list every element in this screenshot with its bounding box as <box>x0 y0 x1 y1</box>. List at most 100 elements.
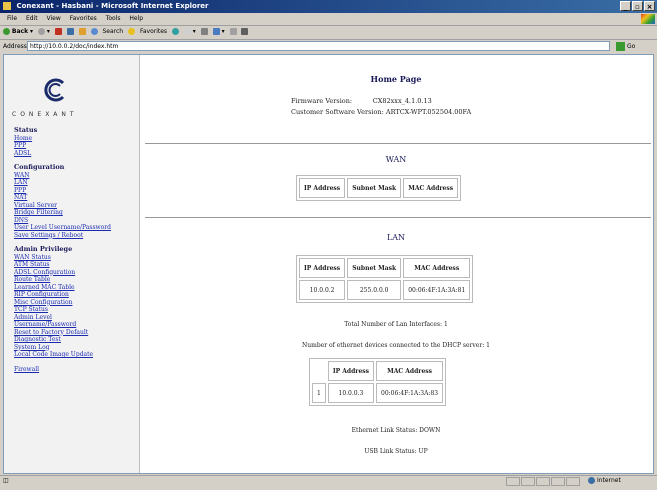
window-title: Conexant - Hasbani - Microsoft Internet … <box>16 2 209 10</box>
refresh-button[interactable] <box>66 28 74 35</box>
minimize-button[interactable]: _ <box>620 1 631 11</box>
media-button[interactable] <box>171 28 179 35</box>
dhcp-col-mac: MAC Address <box>376 361 444 381</box>
lan-title: LAN <box>386 233 406 242</box>
messenger-icon <box>241 28 249 35</box>
edit-button[interactable]: ▾ <box>212 28 225 35</box>
search-label: Search <box>102 28 124 35</box>
nav-dns[interactable]: DNS <box>14 217 139 225</box>
nav-wan[interactable]: WAN <box>14 172 139 180</box>
dhcp-index-cell: 1 <box>312 383 326 403</box>
discuss-icon <box>229 28 237 35</box>
status-bar: ◫ Internet <box>0 475 657 486</box>
nav-firewall[interactable]: Firewall <box>14 366 139 374</box>
nav-system-log[interactable]: System Log <box>14 344 139 352</box>
page-title: Home Page <box>370 74 422 84</box>
wan-table: IP Address Subnet Mask MAC Address <box>296 175 462 201</box>
nav-rip-config[interactable]: RIP Configuration <box>14 291 139 299</box>
nav-user-level-password[interactable]: User Level Username/Password <box>14 224 139 232</box>
nav-code-update[interactable]: Local Code Image Update <box>14 351 139 359</box>
maximize-button[interactable]: ▫ <box>632 1 643 11</box>
mail-button[interactable]: ▾ <box>183 28 196 35</box>
customer-sw-label: Customer Software Version: <box>291 108 384 116</box>
zone-label: Internet <box>597 477 621 484</box>
nav-virtual-server[interactable]: Virtual Server <box>14 202 139 210</box>
nav-header-status: Status <box>14 126 38 134</box>
search-icon <box>90 28 98 35</box>
firmware-value: CX82xxx_4.1.0.13 <box>372 97 432 105</box>
logo-text: CONEXANT <box>12 111 78 118</box>
stop-button[interactable] <box>54 28 62 35</box>
messenger-button[interactable] <box>241 28 249 35</box>
nav-ppp-config[interactable]: PPP <box>14 187 139 195</box>
home-icon <box>78 28 86 35</box>
search-button[interactable]: Search <box>90 28 124 35</box>
lan-col-mac: MAC Address <box>403 258 471 278</box>
forward-button[interactable]: ▾ <box>37 28 50 35</box>
back-arrow-icon <box>3 28 10 35</box>
nav-adsl-config[interactable]: ADSL Configuration <box>14 269 139 277</box>
menu-favorites[interactable]: Favorites <box>70 15 97 22</box>
print-button[interactable] <box>200 28 208 35</box>
menu-view[interactable]: View <box>47 15 61 22</box>
menu-tools[interactable]: Tools <box>106 15 121 22</box>
back-button[interactable]: Back ▾ <box>3 28 33 35</box>
nav-atm-status[interactable]: ATM Status <box>14 261 139 269</box>
menu-edit[interactable]: Edit <box>26 15 38 22</box>
go-arrow-icon <box>616 42 625 51</box>
nav-admin-level[interactable]: Admin Level <box>14 314 139 322</box>
firmware-label: Firmware Version: <box>291 97 353 105</box>
address-label: Address <box>3 43 27 50</box>
print-icon <box>200 28 208 35</box>
divider <box>145 217 651 218</box>
mail-icon <box>183 28 191 35</box>
dhcp-device-count: Number of ethernet devices connected to … <box>302 342 490 349</box>
stop-icon <box>54 28 62 35</box>
status-cells <box>506 477 581 490</box>
lan-interface-count: Total Number of Lan Interfaces: 1 <box>344 321 448 328</box>
home-button[interactable] <box>78 28 86 35</box>
go-label: Go <box>627 43 636 50</box>
lan-ip-cell: 10.0.0.2 <box>299 280 346 300</box>
window-titlebar: Conexant - Hasbani - Microsoft Internet … <box>0 0 657 13</box>
nav-lan[interactable]: LAN <box>14 179 139 187</box>
address-input[interactable]: http://10.0.0.2/doc/index.htm <box>27 41 610 51</box>
sidebar-nav: Status Home PPP ADSL Configuration WAN L… <box>14 126 139 374</box>
nav-wan-status[interactable]: WAN Status <box>14 254 139 262</box>
dhcp-col-index <box>312 361 326 381</box>
lan-table: IP Address Subnet Mask MAC Address 10.0.… <box>296 255 474 303</box>
nav-ppp-status[interactable]: PPP <box>14 142 139 150</box>
menu-file[interactable]: File <box>7 15 17 22</box>
lan-mac-cell: 00:06:4F:1A:3A:81 <box>403 280 471 300</box>
wan-col-mac: MAC Address <box>403 178 459 198</box>
close-button[interactable]: × <box>644 1 655 11</box>
windows-logo-icon <box>641 14 655 24</box>
wan-title: WAN <box>385 155 407 164</box>
nav-home[interactable]: Home <box>14 135 139 143</box>
nav-learned-mac[interactable]: Learned MAC Table <box>14 284 139 292</box>
nav-misc-config[interactable]: Misc Configuration <box>14 299 139 307</box>
lan-col-ip: IP Address <box>299 258 346 278</box>
menu-help[interactable]: Help <box>129 15 143 22</box>
wan-col-ip: IP Address <box>299 178 346 198</box>
toolbar: Back ▾ ▾ Search Favorites ▾ ▾ <box>0 25 657 40</box>
dhcp-mac-cell: 00:06:4F:1A:3A:83 <box>376 383 444 403</box>
nav-tcp-status[interactable]: TCP Status <box>14 306 139 314</box>
media-icon <box>171 28 179 35</box>
nav-header-configuration: Configuration <box>14 163 65 171</box>
edit-icon <box>212 28 220 35</box>
nav-route-table[interactable]: Route Table <box>14 276 139 284</box>
nav-factory-reset[interactable]: Reset to Factory Default <box>14 329 139 337</box>
discuss-button[interactable] <box>229 28 237 35</box>
nav-username-password[interactable]: Username/Password <box>14 321 139 329</box>
nav-save-reboot[interactable]: Save Settings / Reboot <box>14 232 139 240</box>
go-button[interactable]: Go <box>616 41 644 52</box>
favorites-button[interactable]: Favorites <box>128 28 167 35</box>
nav-adsl[interactable]: ADSL <box>14 150 139 158</box>
wan-col-subnet: Subnet Mask <box>347 178 402 198</box>
nav-diagnostic-test[interactable]: Diagnostic Test <box>14 336 139 344</box>
nav-bridge-filtering[interactable]: Bridge Filtering <box>14 209 139 217</box>
customer-sw-value: ARTCX-WPT.052504.00FA <box>385 108 472 116</box>
address-bar: Address http://10.0.0.2/doc/index.htm Go <box>0 40 657 53</box>
nav-nat[interactable]: NAT <box>14 194 139 202</box>
